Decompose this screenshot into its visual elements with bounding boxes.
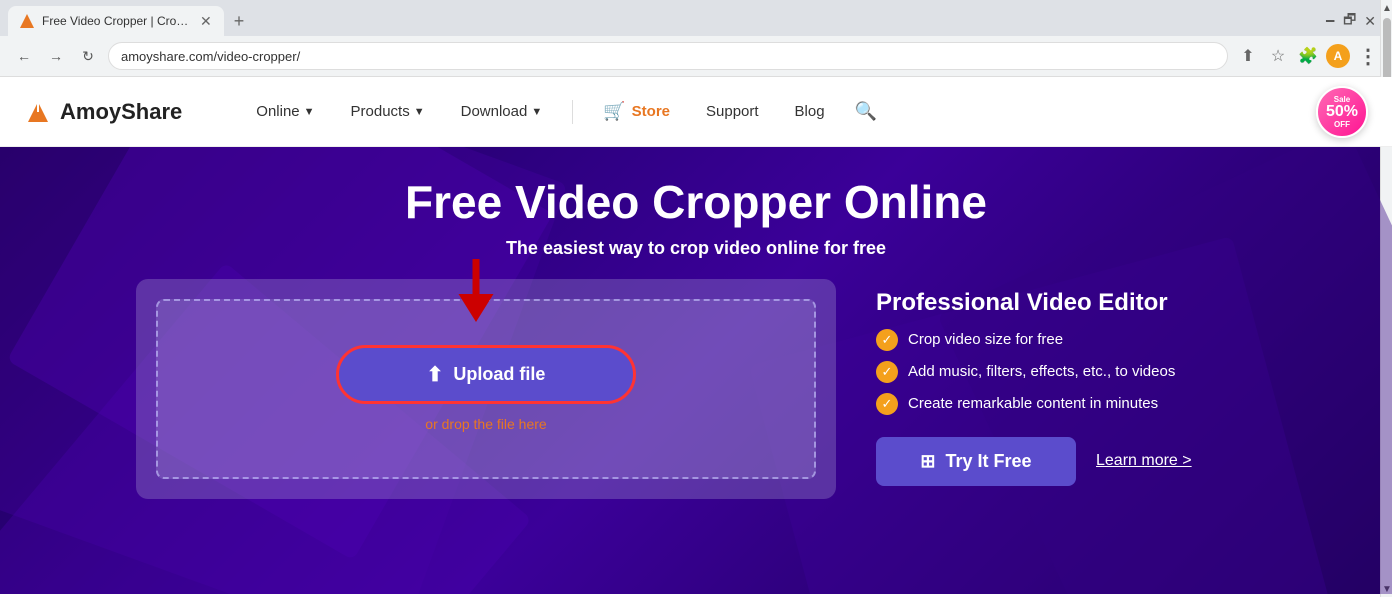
nav-blog[interactable]: Blog: [781, 95, 839, 128]
scroll-up-button[interactable]: ▲: [1381, 0, 1392, 16]
logo[interactable]: AmoyShare: [24, 98, 182, 126]
hero-subtitle: The easiest way to crop video online for…: [506, 238, 886, 259]
bookmark-icon[interactable]: ☆: [1266, 44, 1290, 68]
tab-title: Free Video Cropper | Crop MP4 (: [42, 14, 192, 28]
cta-row: ⊞ Try It Free Learn more >: [876, 437, 1256, 486]
right-panel: Professional Video Editor ✓ Crop video s…: [876, 279, 1256, 499]
nav-products[interactable]: Products ▼: [337, 95, 439, 128]
share-icon[interactable]: ⬆: [1236, 44, 1260, 68]
new-tab-button[interactable]: +: [228, 11, 251, 32]
cart-icon: 🛒: [603, 101, 625, 122]
feature-item-1: ✓ Crop video size for free: [876, 329, 1256, 351]
upload-icon: ⬆: [427, 362, 444, 387]
window-minimize[interactable]: 🗕: [1325, 9, 1335, 33]
upload-panel: ⬆ Upload file or drop the file here: [136, 279, 836, 499]
active-tab[interactable]: Free Video Cropper | Crop MP4 ( ✕: [8, 6, 224, 36]
arrow-container: [446, 259, 506, 334]
navbar: AmoyShare Online ▼ Products ▼ Download ▼…: [0, 77, 1392, 147]
check-icon-1: ✓: [876, 329, 898, 351]
nav-online[interactable]: Online ▼: [242, 95, 328, 128]
scroll-down-button[interactable]: ▼: [1381, 581, 1392, 597]
toolbar-icons: ⬆ ☆ 🧩 A ⋮: [1236, 44, 1380, 68]
right-panel-title: Professional Video Editor: [876, 289, 1256, 317]
nav-support[interactable]: Support: [692, 95, 773, 128]
products-dropdown-icon: ▼: [414, 106, 425, 118]
tab-favicon: [20, 14, 34, 28]
windows-icon: ⊞: [920, 451, 935, 472]
nav-links: Online ▼ Products ▼ Download ▼ 🛒 Store S…: [242, 93, 1316, 130]
feature-item-3: ✓ Create remarkable content in minutes: [876, 393, 1256, 415]
nav-download[interactable]: Download ▼: [447, 95, 557, 128]
browser-chrome: Free Video Cropper | Crop MP4 ( ✕ + 🗕 🗗 …: [0, 0, 1392, 77]
logo-icon: [24, 98, 52, 126]
hero-content: ⬆ Upload file or drop the file here Prof…: [96, 279, 1296, 499]
sale-percent: 50%: [1326, 104, 1358, 120]
logo-text: AmoyShare: [60, 99, 182, 125]
download-dropdown-icon: ▼: [531, 106, 542, 118]
profile-avatar[interactable]: A: [1326, 44, 1350, 68]
check-icon-3: ✓: [876, 393, 898, 415]
sale-off: OFF: [1334, 120, 1350, 129]
forward-button[interactable]: →: [44, 44, 68, 68]
feature-item-2: ✓ Add music, filters, effects, etc., to …: [876, 361, 1256, 383]
window-close[interactable]: ✕: [1364, 13, 1376, 30]
extension-icon[interactable]: 🧩: [1296, 44, 1320, 68]
address-bar: ← → ↻ ⬆ ☆ 🧩 A ⋮: [0, 36, 1392, 76]
search-button[interactable]: 🔍: [847, 93, 885, 130]
tab-close-button[interactable]: ✕: [200, 13, 212, 30]
check-icon-2: ✓: [876, 361, 898, 383]
back-button[interactable]: ←: [12, 44, 36, 68]
sale-badge[interactable]: Sale 50% OFF: [1316, 86, 1368, 138]
tab-bar: Free Video Cropper | Crop MP4 ( ✕ + 🗕 🗗 …: [0, 0, 1392, 36]
nav-separator: [572, 100, 573, 124]
drop-text: or drop the file here: [425, 416, 546, 432]
red-arrow-icon: [446, 259, 506, 329]
online-dropdown-icon: ▼: [304, 106, 315, 118]
refresh-button[interactable]: ↻: [76, 44, 100, 68]
try-it-free-button[interactable]: ⊞ Try It Free: [876, 437, 1076, 486]
nav-store[interactable]: 🛒 Store: [589, 93, 684, 130]
upload-file-button[interactable]: ⬆ Upload file: [336, 345, 636, 404]
window-maximize[interactable]: 🗗: [1343, 9, 1356, 33]
address-input[interactable]: [108, 42, 1228, 70]
learn-more-link[interactable]: Learn more >: [1096, 452, 1192, 470]
menu-button[interactable]: ⋮: [1356, 44, 1380, 68]
hero-section: Free Video Cropper Online The easiest wa…: [0, 147, 1392, 594]
hero-title: Free Video Cropper Online: [405, 177, 987, 228]
feature-list: ✓ Crop video size for free ✓ Add music, …: [876, 329, 1256, 415]
